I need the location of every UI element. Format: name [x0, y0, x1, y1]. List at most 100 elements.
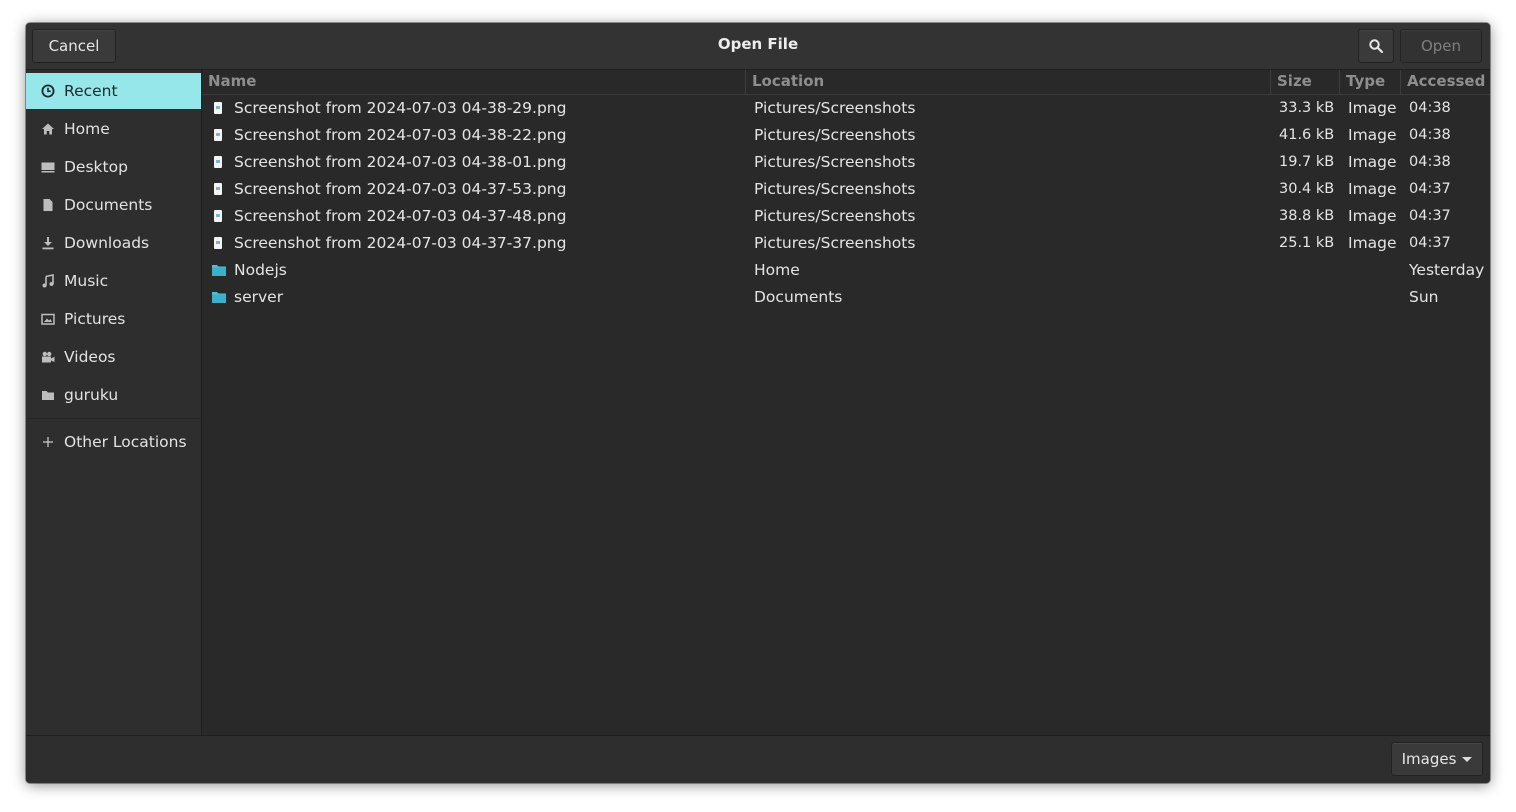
file-name: server	[234, 288, 284, 306]
image-file-icon	[214, 102, 222, 114]
table-row[interactable]: Screenshot from 2024-07-03 04-37-53.png …	[202, 176, 1490, 203]
image-file-icon	[214, 183, 222, 195]
folder-icon	[212, 265, 226, 276]
sidebar-item-recent[interactable]: Recent	[26, 73, 201, 109]
file-location: Home	[754, 261, 800, 279]
column-divider[interactable]	[1270, 70, 1271, 94]
table-row[interactable]: Screenshot from 2024-07-03 04-38-22.png …	[202, 122, 1490, 149]
sidebar-item-label: Videos	[64, 348, 116, 366]
file-name: Screenshot from 2024-07-03 04-37-48.png	[234, 207, 567, 225]
file-location: Pictures/Screenshots	[754, 153, 916, 171]
table-row[interactable]: Screenshot from 2024-07-03 04-38-01.png …	[202, 149, 1490, 176]
image-file-icon	[214, 237, 222, 249]
file-name: Screenshot from 2024-07-03 04-38-22.png	[234, 126, 567, 144]
folder-icon	[41, 388, 55, 402]
sidebar-item-videos[interactable]: Videos	[26, 339, 201, 375]
table-row[interactable]: Screenshot from 2024-07-03 04-37-37.png …	[202, 230, 1490, 257]
document-icon	[41, 198, 55, 212]
file-accessed: 04:38	[1409, 100, 1451, 116]
file-size: 25.1 kB	[1279, 235, 1335, 251]
file-type: Image	[1348, 153, 1397, 171]
header-bar: Cancel Open File Open	[26, 23, 1490, 70]
sidebar-item-label: Pictures	[64, 310, 126, 328]
pictures-icon	[41, 312, 55, 326]
sidebar-item-label: Desktop	[64, 158, 128, 176]
table-row[interactable]: Screenshot from 2024-07-03 04-37-48.png …	[202, 203, 1490, 230]
sidebar-item-label: Downloads	[64, 234, 150, 252]
sidebar-item-label: Home	[64, 120, 110, 138]
sidebar-item-label: Recent	[64, 82, 118, 100]
column-divider[interactable]	[1400, 70, 1401, 94]
column-accessed[interactable]: Accessed	[1407, 72, 1485, 90]
file-type: Image	[1348, 126, 1397, 144]
file-type: Image	[1348, 234, 1397, 252]
sidebar-item-label: guruku	[64, 386, 119, 404]
file-location: Pictures/Screenshots	[754, 234, 916, 252]
table-row[interactable]: Screenshot from 2024-07-03 04-38-29.png …	[202, 95, 1490, 122]
column-size[interactable]: Size	[1277, 72, 1312, 90]
file-list: Name Location Size Type Accessed Screens…	[202, 70, 1490, 735]
file-name: Nodejs	[234, 261, 287, 279]
chevron-down-icon	[1462, 756, 1473, 762]
download-icon	[41, 236, 55, 250]
table-row[interactable]: server Documents Sun	[202, 284, 1490, 311]
sidebar-item-desktop[interactable]: Desktop	[26, 149, 201, 185]
column-divider[interactable]	[745, 70, 746, 94]
video-icon	[41, 350, 55, 364]
file-type: Image	[1348, 99, 1397, 117]
image-file-icon	[214, 129, 222, 141]
file-name: Screenshot from 2024-07-03 04-38-29.png	[234, 99, 567, 117]
file-location: Pictures/Screenshots	[754, 99, 916, 117]
image-file-icon	[214, 210, 222, 222]
sidebar-item-pictures[interactable]: Pictures	[26, 301, 201, 337]
sidebar-divider	[26, 418, 201, 419]
open-file-dialog: Cancel Open File Open Recent Home Deskto…	[26, 23, 1490, 783]
column-header-row: Name Location Size Type Accessed	[202, 70, 1490, 95]
file-size: 41.6 kB	[1279, 127, 1335, 143]
file-accessed: Sun	[1409, 288, 1439, 306]
places-sidebar: Recent Home Desktop Documents Downloads	[26, 70, 202, 735]
open-label: Open	[1420, 37, 1462, 55]
open-button[interactable]: Open	[1400, 29, 1482, 63]
file-name: Screenshot from 2024-07-03 04-37-53.png	[234, 180, 567, 198]
file-type: Image	[1348, 207, 1397, 225]
clock-icon	[41, 84, 55, 98]
sidebar-item-downloads[interactable]: Downloads	[26, 225, 201, 261]
column-type[interactable]: Type	[1346, 72, 1385, 90]
file-size: 19.7 kB	[1279, 154, 1335, 170]
file-location: Documents	[754, 288, 843, 306]
file-accessed: 04:38	[1409, 127, 1451, 143]
sidebar-item-label: Other Locations	[64, 433, 187, 451]
home-icon	[41, 122, 55, 136]
file-location: Pictures/Screenshots	[754, 180, 916, 198]
file-filter-dropdown[interactable]: Images	[1391, 742, 1483, 776]
file-name: Screenshot from 2024-07-03 04-37-37.png	[234, 234, 567, 252]
file-name: Screenshot from 2024-07-03 04-38-01.png	[234, 153, 567, 171]
file-accessed: 04:38	[1409, 154, 1451, 170]
sidebar-item-guruku[interactable]: guruku	[26, 377, 201, 413]
desktop-icon	[41, 160, 55, 174]
file-accessed: 04:37	[1409, 181, 1451, 197]
filter-label: Images	[1401, 750, 1457, 768]
file-accessed: Yesterday	[1409, 261, 1485, 279]
sidebar-item-label: Music	[64, 272, 109, 290]
sidebar-item-label: Documents	[64, 196, 153, 214]
sidebar-item-other-locations[interactable]: Other Locations	[26, 424, 201, 460]
sidebar-item-documents[interactable]: Documents	[26, 187, 201, 223]
column-name[interactable]: Name	[208, 72, 256, 90]
search-icon	[1369, 39, 1384, 54]
file-location: Pictures/Screenshots	[754, 126, 916, 144]
table-row[interactable]: Nodejs Home Yesterday	[202, 257, 1490, 284]
search-button[interactable]	[1358, 29, 1394, 63]
file-size: 33.3 kB	[1279, 100, 1335, 116]
file-type: Image	[1348, 180, 1397, 198]
column-location[interactable]: Location	[752, 72, 824, 90]
dialog-title: Open File	[717, 35, 799, 53]
music-icon	[41, 274, 55, 288]
column-divider[interactable]	[1339, 70, 1340, 94]
plus-icon	[41, 435, 55, 449]
sidebar-item-music[interactable]: Music	[26, 263, 201, 299]
file-accessed: 04:37	[1409, 208, 1451, 224]
dialog-footer: Images	[26, 735, 1490, 783]
sidebar-item-home[interactable]: Home	[26, 111, 201, 147]
